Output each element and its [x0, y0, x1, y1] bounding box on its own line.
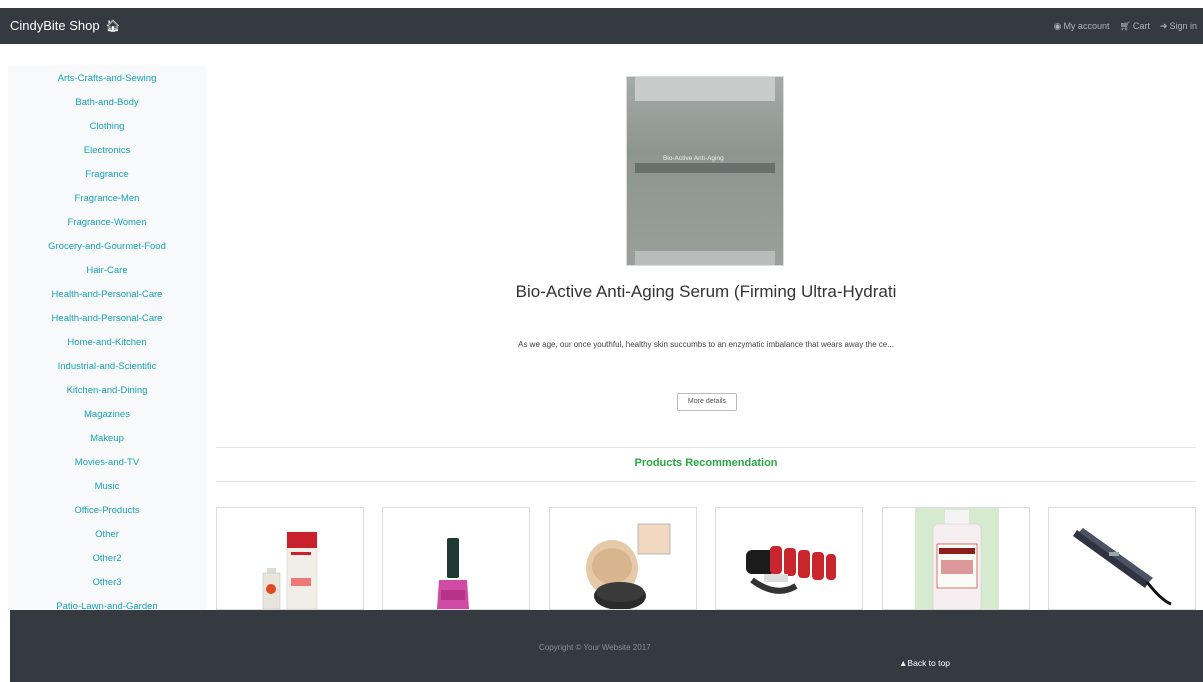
my-account-label: My account	[1063, 21, 1110, 31]
cart-label: Cart	[1132, 21, 1150, 31]
category-item: Industrial-and-Scientific	[8, 360, 206, 384]
navbar: CindyBite Shop 🏠︎ ◉ My account 🛒︎ Cart ➜ Si…	[0, 8, 1203, 44]
cart-icon: 🛒︎	[1119, 21, 1131, 31]
main-content: Bio-Active Anti-Aging Bio-Active Anti-Ag…	[216, 66, 1196, 610]
recommendations-heading: Products Recommendation	[634, 457, 778, 469]
brand-name: CindyBite Shop	[10, 18, 100, 33]
category-link[interactable]: Fragrance-Women	[67, 217, 146, 228]
category-link[interactable]: Health-and-Personal-Care	[52, 313, 163, 324]
category-item: Electronics	[8, 144, 206, 168]
category-link[interactable]: Patio-Lawn-and-Garden	[56, 601, 157, 610]
category-item: Clothing	[8, 120, 206, 144]
category-item: Fragrance-Men	[8, 192, 206, 216]
category-item: Music	[8, 480, 206, 504]
category-link[interactable]: Health-and-Personal-Care	[52, 289, 163, 300]
nail-polish-product-icon	[437, 538, 469, 609]
recommendation-card[interactable]	[382, 507, 530, 610]
category-link[interactable]: Makeup	[90, 433, 124, 444]
cart-link[interactable]: 🛒︎ Cart	[1119, 8, 1149, 44]
mineral-powder-product-icon	[586, 523, 671, 609]
category-item: Movies-and-TV	[8, 456, 206, 480]
category-link[interactable]: Fragrance	[85, 169, 128, 180]
category-list: Arts-Crafts-and-Sewing Bath-and-Body Cloth…	[8, 66, 206, 610]
page: CindyBite Shop 🏠︎ ◉ My account 🛒︎ Cart ➜ Si…	[0, 0, 1203, 682]
category-link[interactable]: Grocery-and-Gourmet-Food	[48, 241, 166, 252]
more-details-button[interactable]: More details	[677, 393, 737, 411]
recommendation-card[interactable]	[882, 507, 1030, 610]
product-box-base	[635, 251, 775, 265]
sign-in-link[interactable]: ➜ Sign in	[1160, 8, 1197, 44]
category-link[interactable]: Other	[95, 529, 119, 540]
sign-in-icon: ➜	[1159, 21, 1168, 31]
nail-treatment-product-icon	[262, 531, 318, 609]
category-link[interactable]: Clothing	[90, 121, 125, 132]
hair-straightener-product-icon	[1073, 528, 1172, 606]
category-item: Other	[8, 528, 206, 552]
section-divider	[216, 481, 1196, 482]
section-divider	[216, 447, 1196, 448]
home-icon: 🏠︎	[105, 19, 121, 33]
my-account-link[interactable]: ◉ My account	[1054, 8, 1110, 44]
category-link[interactable]: Other3	[92, 577, 121, 588]
copyright-text: Copyright © Your Website 2017	[539, 643, 651, 652]
user-circle-icon: ◉	[1053, 21, 1062, 31]
category-link[interactable]: Kitchen-and-Dining	[67, 385, 148, 396]
category-item: Home-and-Kitchen	[8, 336, 206, 360]
category-link[interactable]: Magazines	[84, 409, 130, 420]
category-link[interactable]: Industrial-and-Scientific	[58, 361, 157, 372]
back-to-top-label: Back to top	[907, 658, 950, 668]
nav-right: ◉ My account 🛒︎ Cart ➜ Sign in	[1054, 8, 1197, 44]
category-item: Arts-Crafts-and-Sewing	[8, 72, 206, 96]
brand-link[interactable]: CindyBite Shop 🏠︎	[10, 8, 120, 44]
category-item: Other2	[8, 552, 206, 576]
category-item: Office-Products	[8, 504, 206, 528]
product-description: As we age, our once youthful, healthy sk…	[518, 340, 894, 349]
category-link[interactable]: Hair-Care	[86, 265, 127, 276]
category-link[interactable]: Office-Products	[74, 505, 139, 516]
footer: Copyright © Your Website 2017 ▲Back to t…	[10, 610, 1203, 682]
recommendation-card[interactable]	[549, 507, 697, 610]
category-link[interactable]: Bath-and-Body	[75, 97, 138, 108]
category-item: Fragrance-Women	[8, 216, 206, 240]
product-box-band	[635, 163, 775, 173]
category-item: Other3	[8, 576, 206, 600]
product-title: Bio-Active Anti-Aging Serum (Firming Ult…	[515, 282, 897, 301]
recommendation-card[interactable]	[715, 507, 863, 610]
product-image[interactable]: Bio-Active Anti-Aging	[626, 76, 784, 266]
category-item: Hair-Care	[8, 264, 206, 288]
back-to-top-link[interactable]: ▲Back to top	[899, 658, 950, 668]
witch-hazel-toner-product-icon	[915, 508, 999, 609]
category-link[interactable]: Home-and-Kitchen	[67, 337, 146, 348]
category-item: Grocery-and-Gourmet-Food	[8, 240, 206, 264]
category-item: Patio-Lawn-and-Garden	[8, 600, 206, 610]
hair-rollers-product-icon	[746, 546, 836, 594]
category-link[interactable]: Other2	[92, 553, 121, 564]
category-item: Health-and-Personal-Care	[8, 288, 206, 312]
category-item: Makeup	[8, 432, 206, 456]
category-item: Fragrance	[8, 168, 206, 192]
recommendation-card[interactable]	[216, 507, 364, 610]
category-link[interactable]: Movies-and-TV	[75, 457, 139, 468]
category-item: Bath-and-Body	[8, 96, 206, 120]
product-image-text: Bio-Active Anti-Aging	[663, 155, 724, 162]
sign-in-label: Sign in	[1169, 21, 1197, 31]
product-box-top	[635, 77, 775, 101]
category-sidebar: Arts-Crafts-and-Sewing Bath-and-Body Cloth…	[8, 66, 206, 610]
category-link[interactable]: Fragrance-Men	[75, 193, 140, 204]
category-link[interactable]: Music	[95, 481, 120, 492]
category-item: Health-and-Personal-Care	[8, 312, 206, 336]
recommendation-card[interactable]	[1048, 507, 1196, 610]
recommendation-cards	[216, 507, 1196, 610]
category-item: Kitchen-and-Dining	[8, 384, 206, 408]
category-link[interactable]: Electronics	[84, 145, 130, 156]
category-link[interactable]: Arts-Crafts-and-Sewing	[58, 73, 157, 84]
category-item: Magazines	[8, 408, 206, 432]
